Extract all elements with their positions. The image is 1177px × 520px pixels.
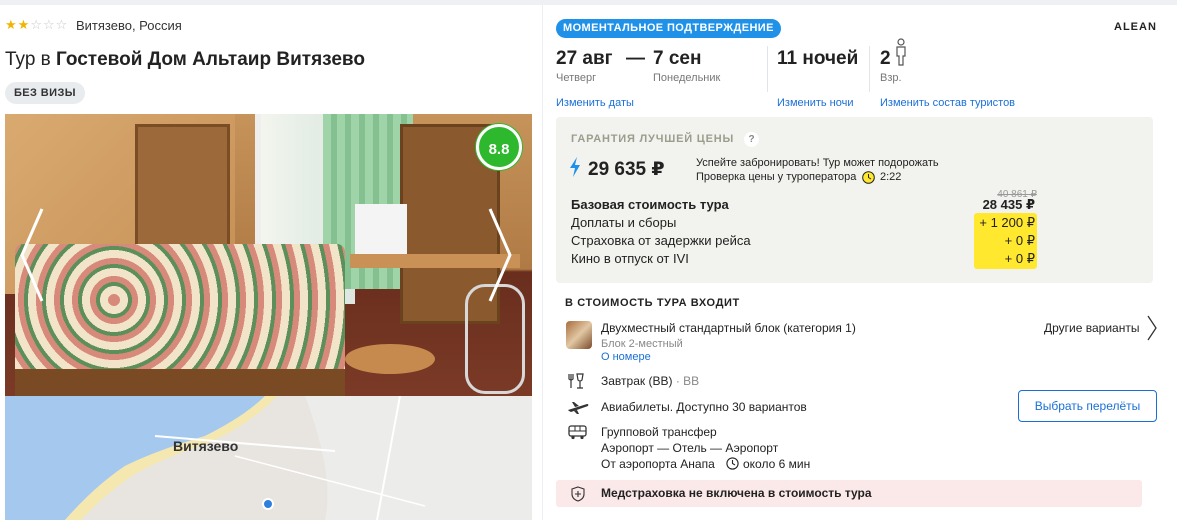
price-row-label: Базовая стоимость тура: [571, 197, 729, 212]
chevron-right-icon[interactable]: [486, 205, 514, 305]
insurance-text: Медстраховка не включена в стоимость тур…: [601, 486, 872, 500]
price-row-value: + 1 200 ₽: [979, 215, 1035, 230]
price-check-timer: 2:22: [880, 171, 902, 183]
included-title: В СТОИМОСТЬ ТУРА ВХОДИТ: [565, 297, 740, 309]
hotel-name: Гостевой Дом Альтаир Витязево: [56, 49, 365, 70]
meal-icon: [568, 373, 584, 389]
flights-info: Авиабилеты. Доступно 30 вариантов: [601, 400, 807, 414]
meal-plan: Завтрак (BB) · BB: [601, 374, 699, 388]
chevron-right-icon[interactable]: [1146, 314, 1158, 342]
hotel-stars: ★ ★ ☆ ☆ ☆: [5, 18, 67, 32]
date-to: 7 сен: [653, 48, 702, 69]
transfer-route: Аэропорт — Отель — Аэропорт: [601, 441, 779, 455]
rating-badge: 8.8: [476, 124, 522, 170]
instant-confirmation-badge: МОМЕНТАЛЬНОЕ ПОДТВЕРЖДЕНИЕ: [556, 19, 781, 38]
hotel-photo[interactable]: [5, 114, 532, 396]
room-thumbnail[interactable]: [566, 321, 592, 349]
transfer-from: От аэропорта Анапа: [601, 457, 715, 471]
change-tourists-link[interactable]: Изменить состав туристов: [880, 97, 1015, 109]
person-icon: [896, 38, 906, 66]
meal-name: Завтрак (BB): [601, 374, 673, 388]
change-dates-link[interactable]: Изменить даты: [556, 97, 634, 109]
page-title[interactable]: Тур в Гостевой Дом Альтаир Витязево: [5, 49, 365, 71]
room-name: Двухместный стандартный блок (категория …: [601, 321, 856, 335]
price-row-value: + 0 ₽: [1004, 233, 1035, 248]
star-icon: ★: [5, 17, 17, 32]
hurry-message: Успейте забронировать! Тур может подорож…: [696, 157, 939, 169]
star-empty-icon: ☆: [42, 17, 55, 32]
chevron-left-icon[interactable]: [18, 205, 46, 305]
help-icon[interactable]: ?: [744, 132, 759, 147]
map-city-label: Витязево: [173, 438, 239, 454]
star-empty-icon: ☆: [55, 17, 68, 32]
separator: [767, 46, 768, 92]
select-flights-button[interactable]: Выбрать перелёты: [1018, 390, 1157, 422]
tour-price: 29 635 ₽: [588, 159, 665, 180]
room-details-link[interactable]: О номере: [601, 351, 651, 363]
other-variants-link[interactable]: Другие варианты: [1044, 321, 1139, 335]
tour-operator: ALEAN: [1114, 21, 1157, 33]
hotel-location: Витязево, Россия: [76, 18, 182, 33]
price-row-value: + 0 ₽: [1004, 251, 1035, 266]
date-from: 27 авг: [556, 48, 613, 69]
room-type: Блок 2-местный: [601, 338, 683, 350]
map-location-marker[interactable]: [262, 498, 274, 510]
transfer-duration: около 6 мин: [743, 457, 811, 471]
bus-icon: [568, 425, 587, 440]
price-row-label: Страховка от задержки рейса: [571, 233, 751, 248]
day-to: Понедельник: [653, 72, 721, 84]
clock-icon: [726, 457, 739, 470]
meal-code: · BB: [675, 374, 700, 388]
date-dash: —: [626, 48, 645, 69]
adults-label: Взр.: [880, 72, 902, 84]
star-icon: ★: [17, 17, 30, 32]
adults-count: 2: [880, 48, 891, 69]
price-check-label: Проверка цены у туроператора: [696, 171, 857, 183]
price-guarantee-label: ГАРАНТИЯ ЛУЧШЕЙ ЦЕНЫ: [571, 133, 735, 145]
price-row-value: 28 435 ₽: [982, 197, 1035, 212]
separator: [869, 46, 870, 92]
price-row-label: Кино в отпуск от IVI: [571, 251, 689, 266]
visa-badge: БЕЗ ВИЗЫ: [5, 82, 85, 104]
top-divider: [0, 0, 1177, 5]
star-empty-icon: ☆: [30, 17, 42, 32]
tour-card: ★ ★ ☆ ☆ ☆ Витязево, Россия Тур в Гостево…: [0, 0, 1177, 520]
timer-icon: [862, 171, 875, 184]
price-row-label: Доплаты и сборы: [571, 215, 677, 230]
column-divider: [542, 5, 543, 520]
title-prefix: Тур в: [5, 49, 51, 70]
plane-icon: [568, 402, 589, 414]
shield-icon: [571, 486, 585, 502]
day-from: Четверг: [556, 72, 597, 84]
lightning-icon: [570, 157, 580, 177]
transfer-type: Групповой трансфер: [601, 425, 717, 439]
change-nights-link[interactable]: Изменить ночи: [777, 97, 854, 109]
nights-count: 11 ночей: [777, 48, 859, 69]
